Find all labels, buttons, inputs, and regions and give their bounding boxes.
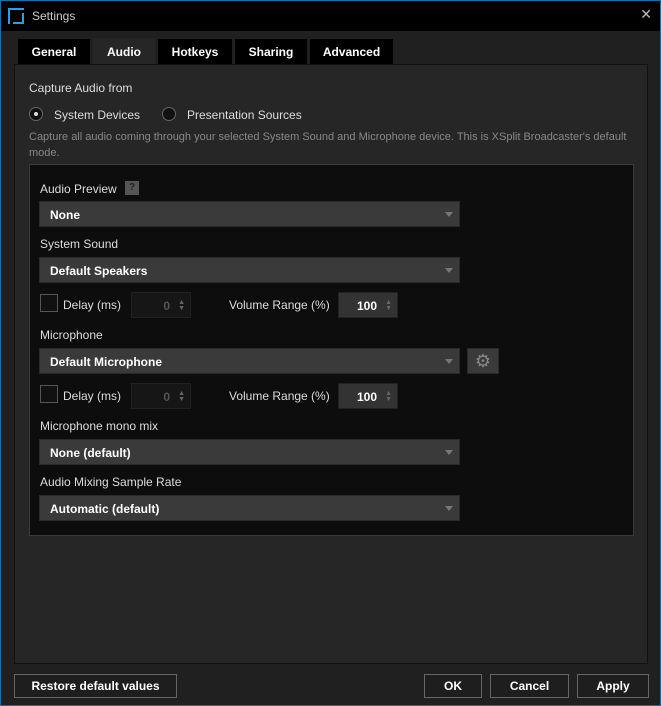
system-delay-checkbox[interactable] [40, 294, 58, 312]
tab-audio[interactable]: Audio [93, 38, 155, 65]
sample-rate-label: Audio Mixing Sample Rate [40, 475, 182, 489]
close-icon[interactable]: ✕ [640, 6, 652, 23]
capture-description: Capture all audio coming through your se… [29, 131, 627, 159]
xsplit-logo-icon [8, 8, 24, 24]
mic-delay-stepper[interactable]: 0 ▲ ▼ [131, 383, 191, 409]
mic-volume-value: 100 [356, 390, 377, 404]
system-delay-value: 0 [163, 299, 170, 313]
system-sound-label: System Sound [40, 237, 119, 251]
presentation-sources-label: Presentation Sources [187, 108, 302, 122]
mic-delay-label: Delay (ms) [63, 389, 122, 403]
system-sound-select[interactable]: Default Speakers [39, 257, 460, 283]
capture-label: Capture Audio from [29, 81, 133, 95]
chevron-down-icon [445, 450, 453, 455]
system-delay-stepper[interactable]: 0 ▲ ▼ [131, 292, 191, 318]
radio-presentation-sources[interactable] [162, 107, 176, 121]
chevron-down-icon [445, 268, 453, 273]
system-volume-label: Volume Range (%) [229, 298, 330, 312]
system-volume-value: 100 [356, 299, 377, 313]
stepper-arrows-icon: ▲ ▼ [385, 390, 392, 403]
sample-rate-value: Automatic (default) [50, 502, 160, 516]
help-icon[interactable]: ? [125, 181, 139, 195]
stepper-arrows-icon: ▲ ▼ [178, 299, 185, 312]
mono-mix-label: Microphone mono mix [40, 419, 159, 433]
tab-sharing[interactable]: Sharing [235, 39, 307, 64]
audio-preview-select[interactable]: None [39, 201, 460, 227]
stepper-arrows-icon: ▲ ▼ [178, 390, 185, 403]
settings-window: Settings ✕ General Audio Hotkeys Sharing… [0, 0, 661, 706]
audio-preview-label: Audio Preview [40, 182, 117, 196]
ok-button[interactable]: OK [424, 674, 482, 698]
sample-rate-select[interactable]: Automatic (default) [39, 495, 460, 521]
chevron-down-icon [445, 212, 453, 217]
system-sound-value: Default Speakers [50, 264, 148, 278]
mic-volume-label: Volume Range (%) [229, 389, 330, 403]
microphone-label: Microphone [40, 328, 103, 342]
title-bar: Settings ✕ [1, 1, 660, 31]
mic-delay-checkbox[interactable] [40, 385, 58, 403]
cancel-button[interactable]: Cancel [490, 674, 569, 698]
microphone-value: Default Microphone [50, 355, 163, 369]
mic-volume-stepper[interactable]: 100 ▲ ▼ [338, 383, 398, 409]
tab-hotkeys[interactable]: Hotkeys [158, 39, 232, 64]
microphone-settings-gear-icon[interactable]: ⚙ [467, 348, 499, 374]
apply-button[interactable]: Apply [577, 674, 649, 698]
tab-general[interactable]: General [18, 39, 90, 64]
chevron-down-icon [445, 506, 453, 511]
system-devices-label: System Devices [54, 108, 141, 122]
system-delay-label: Delay (ms) [63, 298, 122, 312]
restore-defaults-button[interactable]: Restore default values [14, 674, 177, 698]
radio-system-devices[interactable] [29, 107, 43, 121]
mono-mix-value: None (default) [50, 446, 131, 460]
mono-mix-select[interactable]: None (default) [39, 439, 460, 465]
window-title: Settings [32, 9, 76, 23]
tab-advanced[interactable]: Advanced [310, 39, 393, 64]
audio-preview-value: None [50, 208, 80, 222]
microphone-select[interactable]: Default Microphone [39, 348, 460, 374]
chevron-down-icon [445, 359, 453, 364]
stepper-arrows-icon: ▲ ▼ [385, 299, 392, 312]
system-volume-stepper[interactable]: 100 ▲ ▼ [338, 292, 398, 318]
mic-delay-value: 0 [163, 390, 170, 404]
